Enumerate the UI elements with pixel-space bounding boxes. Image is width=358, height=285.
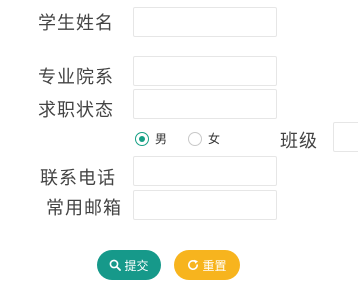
- gender-female-label: 女: [208, 132, 221, 146]
- email-label: 常用邮箱: [46, 198, 122, 219]
- class-label: 班级: [280, 131, 318, 152]
- gender-radio-female[interactable]: 女: [188, 130, 220, 147]
- search-icon: [109, 259, 122, 271]
- major-department-input[interactable]: [133, 56, 277, 86]
- job-status-input[interactable]: [133, 89, 277, 119]
- reset-label: 重置: [202, 258, 227, 273]
- student-name-input[interactable]: [133, 7, 277, 37]
- class-input[interactable]: [333, 122, 358, 152]
- radio-checked-icon: [135, 131, 149, 146]
- phone-label: 联系电话: [40, 168, 116, 189]
- refresh-icon: [187, 259, 199, 271]
- major-department-label: 专业院系: [38, 67, 114, 88]
- submit-label: 提交: [124, 258, 149, 273]
- gender-male-label: 男: [155, 132, 168, 146]
- phone-input[interactable]: [133, 156, 277, 186]
- job-status-label: 求职状态: [38, 100, 114, 121]
- submit-button[interactable]: 提交: [97, 250, 161, 280]
- reset-button[interactable]: 重置: [174, 250, 240, 280]
- gender-radio-male[interactable]: 男: [135, 130, 167, 147]
- student-name-label: 学生姓名: [38, 13, 114, 34]
- email-input[interactable]: [133, 190, 277, 220]
- radio-unchecked-icon: [188, 131, 202, 146]
